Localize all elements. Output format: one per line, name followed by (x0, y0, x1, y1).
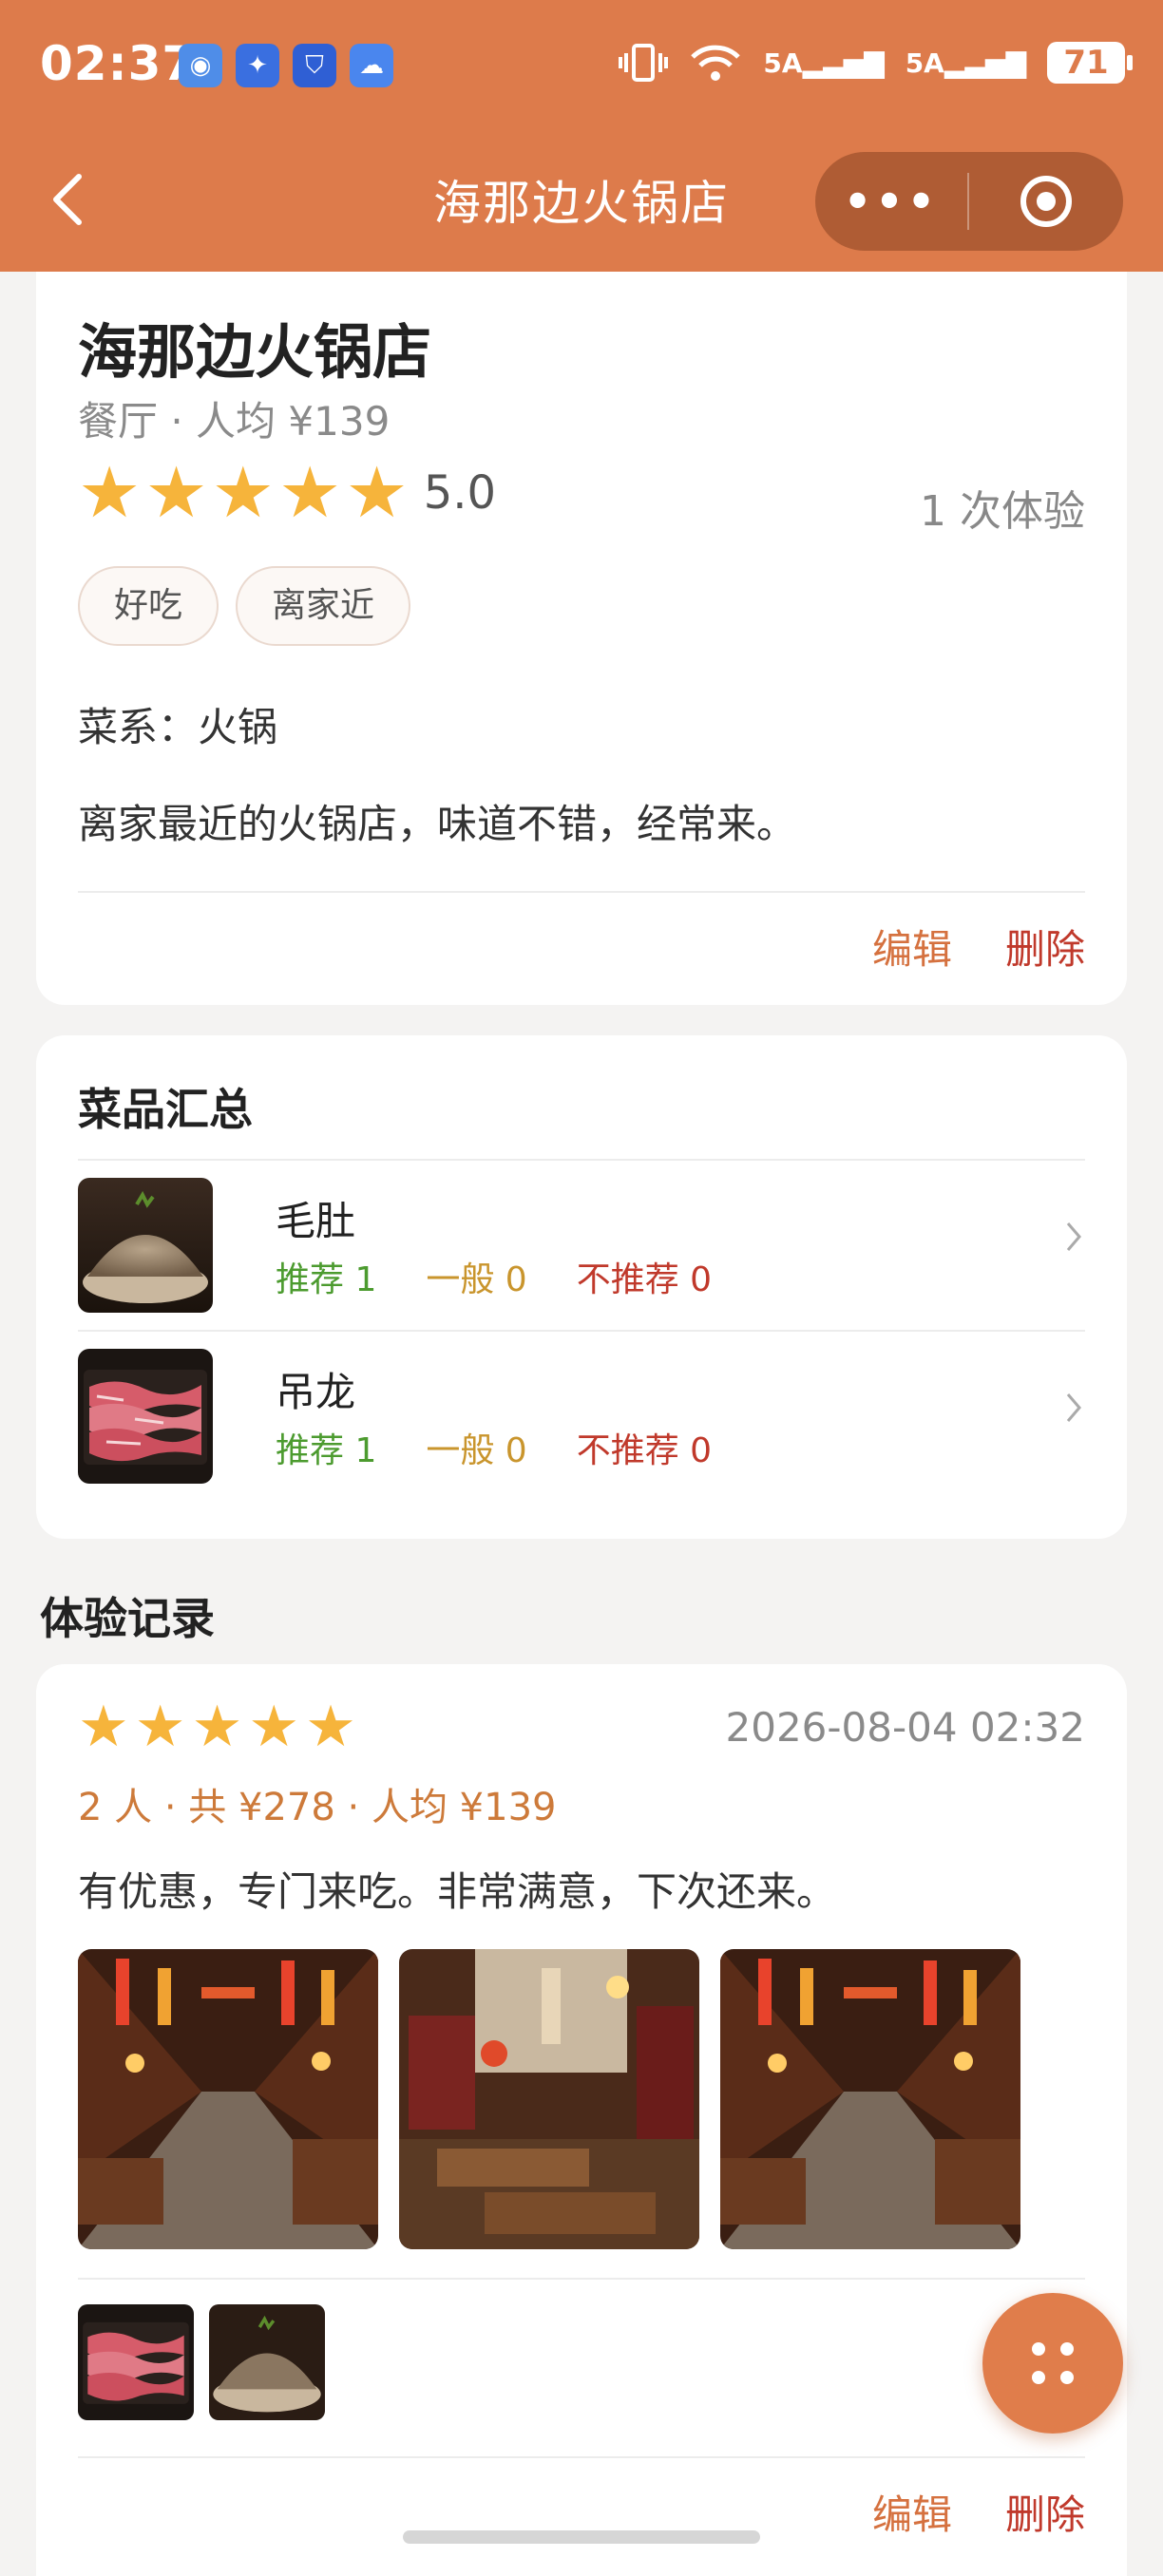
header: 02:37 ◉ ✦ ⛉ ☁ 5A▂▃▅▇ 5A▂▃▅▇ 71 海那边火锅店 ••… (0, 0, 1163, 272)
edit-record-button[interactable]: 编辑 (872, 2483, 952, 2541)
dish-row[interactable]: 毛肚 推荐 1 一般 0 不推荐 0 (78, 1161, 1085, 1330)
dish-photo (78, 1178, 213, 1313)
divider (78, 2456, 1085, 2458)
shop-card: 海那边火锅店 餐厅 · 人均 ¥139 ★★★★★ 5.0 1 次体验 好吃 离… (36, 272, 1127, 1005)
browser-icon: ◉ (179, 44, 222, 87)
dish-row[interactable]: 吊龙 推荐 1 一般 0 不推荐 0 (78, 1332, 1085, 1501)
shop-actions: 编辑 删除 (872, 918, 1085, 975)
status-indicators: 5A▂▃▅▇ 5A▂▃▅▇ 71 (619, 42, 1133, 84)
dish-photo[interactable] (209, 2304, 325, 2420)
shop-name: 海那边火锅店 (78, 317, 432, 387)
dish-summary-title: 菜品汇总 (78, 1084, 253, 1135)
record-dish-photos (78, 2304, 325, 2420)
restaurant-photo[interactable] (78, 1949, 378, 2249)
dish-stats: 推荐 1 一般 0 不推荐 0 (276, 1252, 712, 1301)
floating-menu-button[interactable] (982, 2293, 1123, 2434)
signal-1-icon: 5A▂▃▅▇ (763, 47, 885, 79)
record-card: ★★★★★ 2026-08-04 02:32 2 人 · 共 ¥278 · 人均… (36, 1664, 1127, 2576)
not-recommend-count: 不推荐 0 (576, 1431, 713, 1470)
vibrate-icon (619, 44, 669, 82)
not-recommend-count: 不推荐 0 (576, 1260, 713, 1299)
edit-shop-button[interactable]: 编辑 (872, 918, 952, 975)
neutral-count: 一般 0 (426, 1260, 527, 1299)
recommend-count: 推荐 1 (276, 1431, 377, 1470)
shop-meta: 餐厅 · 人均 ¥139 (78, 398, 391, 445)
record-star-rating-icon: ★★★★★ (78, 1694, 362, 1760)
shop-rating: ★★★★★ 5.0 (78, 458, 496, 528)
rating-value: 5.0 (423, 466, 497, 520)
cloud-icon: ☁ (350, 44, 393, 87)
grid-dots-icon (1032, 2342, 1074, 2384)
dish-name: 吊龙 (276, 1369, 356, 1415)
notification-icons: ◉ ✦ ⛉ ☁ (179, 44, 393, 87)
battery-icon: 71 (1047, 42, 1133, 84)
home-indicator[interactable] (403, 2530, 760, 2544)
status-bar: 02:37 ◉ ✦ ⛉ ☁ 5A▂▃▅▇ 5A▂▃▅▇ 71 (0, 0, 1163, 133)
dish-name: 毛肚 (276, 1198, 356, 1244)
divider (78, 2278, 1085, 2280)
record-photos (78, 1949, 1020, 2249)
mini-program-capsule: ••• (815, 152, 1123, 251)
restaurant-photo[interactable] (720, 1949, 1020, 2249)
shop-description: 离家最近的火锅店，味道不错，经常来。 (78, 801, 797, 847)
divider (78, 891, 1085, 893)
tag: 离家近 (236, 566, 411, 646)
record-actions: 编辑 删除 (872, 2483, 1085, 2541)
records-title: 体验记录 (40, 1593, 215, 1644)
record-meta: 2 人 · 共 ¥278 · 人均 ¥139 (78, 1786, 557, 1829)
chevron-right-icon (1066, 1222, 1081, 1251)
close-mini-program-button[interactable] (969, 173, 1123, 230)
star-rating-icon: ★★★★★ (78, 452, 412, 534)
shop-tags: 好吃 离家近 (78, 566, 411, 646)
chevron-right-icon (1066, 1393, 1081, 1422)
delete-shop-button[interactable]: 删除 (1005, 918, 1085, 975)
delete-record-button[interactable]: 删除 (1005, 2483, 1085, 2541)
dish-stats: 推荐 1 一般 0 不推荐 0 (276, 1423, 712, 1472)
tag: 好吃 (78, 566, 219, 646)
dish-photo[interactable] (78, 2304, 194, 2420)
recommend-count: 推荐 1 (276, 1260, 377, 1299)
dish-photo (78, 1349, 213, 1484)
restaurant-photo[interactable] (399, 1949, 699, 2249)
dish-summary-card: 菜品汇总 毛肚 推荐 1 一般 0 不推荐 0 吊龙 推荐 1 一般 0 不推荐… (36, 1035, 1127, 1539)
neutral-count: 一般 0 (426, 1431, 527, 1470)
nav-bar: 海那边火锅店 ••• (0, 142, 1163, 256)
record-date: 2026-08-04 02:32 (725, 1704, 1085, 1751)
signal-2-icon: 5A▂▃▅▇ (905, 47, 1026, 79)
target-icon (1020, 176, 1072, 227)
cuisine: 菜系：火锅 (78, 704, 278, 750)
record-text: 有优惠，专门来吃。非常满意，下次还来。 (78, 1868, 837, 1915)
bulb-icon: ✦ (236, 44, 279, 87)
status-time: 02:37 (40, 36, 197, 91)
more-button[interactable]: ••• (815, 180, 967, 223)
visit-count: 1 次体验 (920, 487, 1085, 536)
shield-icon: ⛉ (293, 44, 336, 87)
wifi-icon (691, 45, 741, 81)
